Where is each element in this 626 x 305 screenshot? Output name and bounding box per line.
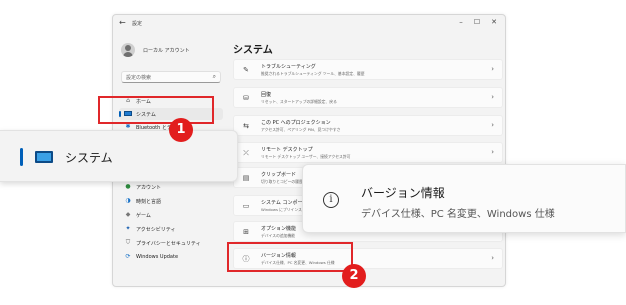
close-button[interactable]: ✕ — [488, 18, 500, 26]
card-troubleshoot[interactable]: ✎ トラブルシューティング 推奨されるトラブルシューティング ツール、基本設定、… — [233, 59, 503, 80]
sidebar-item-label: ゲーム — [136, 213, 151, 219]
zoom-card-title: バージョン情報 — [361, 186, 445, 200]
card-description: デバイスの追加機能 — [261, 233, 296, 238]
chevron-right-icon: › — [491, 93, 494, 101]
minimize-button[interactable]: – — [455, 18, 467, 26]
sidebar-item-time-language[interactable]: ◑ 時刻と言語 — [119, 195, 223, 207]
search-box[interactable]: 設定の検索 ⌕ — [121, 71, 221, 83]
step-badge-2: 2 — [342, 264, 366, 288]
chevron-right-icon: › — [491, 254, 494, 262]
highlight-box-system — [98, 96, 214, 124]
card-description: 切り取りとコピーの履歴 — [261, 179, 303, 184]
sidebar-item-label: アクセシビリティ — [136, 227, 176, 233]
sidebar-item-privacy[interactable]: ⛉ プライバシーとセキュリティ — [119, 237, 223, 249]
chevron-right-icon: › — [491, 148, 494, 156]
card-remote-desktop[interactable]: ⤫ リモート デスクトップ リモート デスクトップ ユーザー、接続アクセス許可 … — [233, 142, 503, 163]
zoom-callout-about: i バージョン情報 デバイス仕様、PC 名変更、Windows 仕様 — [302, 164, 626, 233]
avatar — [121, 43, 135, 57]
maximize-button[interactable]: ☐ — [471, 18, 483, 26]
card-description: リモート デスクトップ ユーザー、接続アクセス許可 — [261, 154, 351, 159]
chevron-right-icon: › — [491, 121, 494, 129]
page-title: システム — [233, 45, 273, 56]
game-icon: ◆ — [125, 211, 131, 218]
sidebar-item-label: アカウント — [136, 185, 162, 191]
card-description: アクセス許可、ペアリング PIN、見つけやすさ — [261, 127, 341, 132]
title-bar: ← 設定 – ☐ ✕ — [113, 15, 505, 33]
windows-update-icon: ⟳ — [125, 253, 131, 260]
selection-indicator — [20, 148, 23, 166]
info-icon: i — [323, 192, 339, 208]
card-title: 回復 — [261, 92, 272, 98]
account-icon: ● — [125, 183, 131, 190]
card-title: オプション機能 — [261, 226, 297, 232]
card-recovery[interactable]: ⛁ 回復 リセット、スタートアップの詳細設定、戻る › — [233, 87, 503, 108]
zoom-callout-system: システム — [0, 130, 238, 182]
chevron-right-icon: › — [491, 65, 494, 73]
sidebar-item-accessibility[interactable]: ✦ アクセシビリティ — [119, 223, 223, 235]
components-icon: ▭ — [242, 202, 250, 210]
card-title: リモート デスクトップ — [261, 147, 313, 153]
search-input[interactable]: 設定の検索 — [126, 74, 151, 81]
search-icon: ⌕ — [212, 73, 216, 80]
sidebar-item-label: Windows Update — [136, 254, 179, 260]
sidebar-item-label: プライバシーとセキュリティ — [136, 241, 201, 247]
zoom-card-description: デバイス仕様、PC 名変更、Windows 仕様 — [361, 209, 555, 220]
card-title: クリップボード — [261, 172, 297, 178]
sidebar-item-label: 時刻と言語 — [136, 199, 162, 205]
accessibility-icon: ✦ — [125, 225, 131, 232]
time-language-icon: ◑ — [125, 197, 131, 204]
wrench-icon: ✎ — [243, 66, 249, 74]
highlight-box-about — [227, 242, 353, 272]
card-description: リセット、スタートアップの詳細設定、戻る — [261, 99, 337, 104]
sidebar-item-account[interactable]: ● アカウント — [119, 181, 223, 193]
zoom-nav-label: システム — [65, 151, 113, 165]
account-name: ローカル アカウント — [143, 48, 190, 54]
card-projection[interactable]: ⇆ この PC へのプロジェクション アクセス許可、ペアリング PIN、見つけや… — [233, 115, 503, 136]
sidebar-item-windows-update[interactable]: ⟳ Windows Update — [119, 251, 223, 263]
card-title: トラブルシューティング — [261, 64, 316, 70]
optional-features-icon: ⊞ — [243, 228, 249, 236]
shield-icon: ⛉ — [125, 239, 131, 246]
back-arrow-icon[interactable]: ← — [119, 18, 126, 27]
sidebar-item-game[interactable]: ◆ ゲーム — [119, 209, 223, 221]
card-description: 推奨されるトラブルシューティング ツール、基本設定、履歴 — [261, 71, 365, 76]
projection-icon: ⇆ — [243, 122, 249, 130]
step-badge-1: 1 — [169, 118, 193, 142]
remote-desktop-icon: ⤫ — [243, 149, 249, 157]
window-title: 設定 — [132, 21, 143, 27]
card-title: この PC へのプロジェクション — [261, 120, 331, 126]
clipboard-icon: ▤ — [242, 174, 250, 182]
system-icon — [35, 151, 53, 163]
recovery-icon: ⛁ — [243, 94, 249, 102]
account-header[interactable]: ローカル アカウント — [121, 43, 221, 59]
